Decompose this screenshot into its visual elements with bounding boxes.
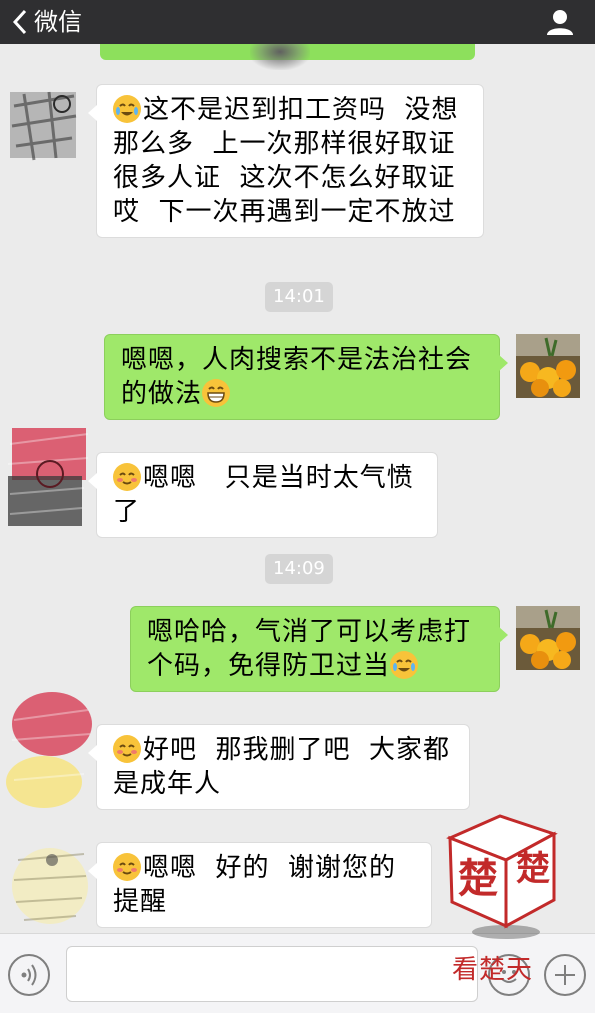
- person-icon: [545, 10, 575, 40]
- contact-avatar[interactable]: [4, 840, 92, 928]
- blushing-emoji-icon: [113, 463, 141, 491]
- message-text: 嗯嗯 只是当时太气愤了: [113, 463, 414, 527]
- message-bubble[interactable]: 这不是迟到扣工资吗 没想那么多 上一次那样很好取证 很多人证 这次不怎么好取证 …: [88, 84, 484, 238]
- voice-button[interactable]: [8, 954, 50, 996]
- back-label: 微信: [34, 8, 82, 36]
- plus-button[interactable]: [544, 954, 586, 996]
- message-text: 这不是迟到扣工资吗 没想那么多 上一次那样很好取证 很多人证 这次不怎么好取证 …: [113, 95, 475, 227]
- contact-avatar[interactable]: [4, 86, 82, 164]
- my-avatar[interactable]: [516, 606, 580, 670]
- previous-avatar-fragment: [250, 44, 310, 70]
- message-bubble[interactable]: 嗯嗯，人肉搜索不是法治社会的做法: [104, 334, 508, 420]
- contact-avatar[interactable]: [4, 424, 92, 532]
- back-button[interactable]: 微信: [12, 6, 82, 38]
- voice-icon: [10, 964, 48, 998]
- crying-laughing-emoji-icon: [390, 651, 419, 679]
- watermark-stamp: 楚 楚: [430, 808, 570, 940]
- grinning-emoji-icon: [202, 379, 231, 407]
- message-input[interactable]: [66, 946, 478, 1002]
- profile-button[interactable]: [545, 8, 575, 36]
- contact-avatar[interactable]: [4, 690, 94, 810]
- blushing-emoji-icon: [113, 853, 141, 881]
- svg-text:楚: 楚: [516, 849, 550, 889]
- crying-laughing-emoji-icon: [113, 95, 141, 123]
- timestamp: 14:01: [265, 282, 333, 312]
- chevron-left-icon: [12, 9, 28, 35]
- my-avatar[interactable]: [516, 334, 580, 398]
- message-bubble[interactable]: 好吧 那我删了吧 大家都是成年人: [88, 724, 470, 810]
- message-bubble[interactable]: 嗯哈哈，气消了可以考虑打个码，免得防卫过当: [130, 606, 508, 692]
- message-text: 好吧 那我删了吧 大家都是成年人: [113, 735, 451, 799]
- message-bubble[interactable]: 嗯嗯 只是当时太气愤了: [88, 452, 438, 538]
- message-bubble[interactable]: 嗯嗯 好的 谢谢您的提醒: [88, 842, 432, 928]
- blushing-emoji-icon: [113, 735, 141, 763]
- watermark-label: 看楚天: [452, 955, 534, 985]
- svg-text:楚: 楚: [458, 855, 498, 902]
- timestamp: 14:09: [265, 554, 333, 584]
- message-text: 嗯嗯，人肉搜索不是法治社会的做法: [121, 345, 473, 409]
- top-bar: 微信: [0, 0, 595, 44]
- message-text: 嗯嗯 好的 谢谢您的提醒: [113, 853, 397, 917]
- message-text: 嗯哈哈，气消了可以考虑打个码，免得防卫过当: [147, 617, 472, 681]
